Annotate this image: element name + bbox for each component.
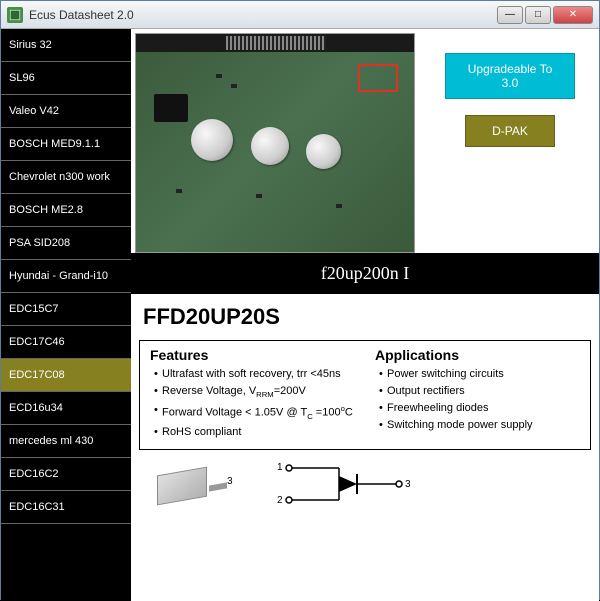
application-item: Switching mode power supply [379, 419, 580, 431]
sidebar-item[interactable]: ECD16u34 [1, 392, 131, 425]
sidebar-item[interactable]: EDC17C46 [1, 326, 131, 359]
pcb-smd [231, 84, 237, 88]
package-lead [209, 482, 227, 491]
window-title: Ecus Datasheet 2.0 [29, 8, 497, 22]
feature-item: Reverse Voltage, VRRM=200V [154, 385, 355, 399]
dpak-button[interactable]: D-PAK [465, 115, 555, 147]
applications-list: Power switching circuits Output rectifier… [375, 368, 580, 431]
component-id-bar: f20up200n I [131, 253, 599, 294]
sidebar-item[interactable]: mercedes ml 430 [1, 425, 131, 458]
minimize-button[interactable]: — [497, 6, 523, 24]
pin2-label: 2 [277, 495, 283, 506]
pin1-label: 1 [277, 462, 283, 473]
pcb-capacitor [191, 119, 233, 161]
package-pin-label: 3 [227, 476, 233, 487]
sidebar-item[interactable]: EDC17C08 [1, 359, 131, 392]
applications-heading: Applications [375, 347, 580, 363]
pcb-image [135, 33, 415, 253]
maximize-button[interactable]: □ [525, 6, 551, 24]
component-highlight-box [358, 64, 398, 92]
app-window: Ecus Datasheet 2.0 — □ ✕ Sirius 32SL96Va… [0, 0, 600, 600]
app-icon [7, 7, 23, 23]
package-body [157, 467, 207, 506]
pcb-smd [216, 74, 222, 78]
sidebar-item[interactable]: BOSCH MED9.1.1 [1, 128, 131, 161]
sidebar-item[interactable]: BOSCH ME2.8 [1, 194, 131, 227]
sidebar-item[interactable]: Sirius 32 [1, 29, 131, 62]
features-heading: Features [150, 347, 355, 363]
feature-item: RoHS compliant [154, 426, 355, 438]
pcb-smd [256, 194, 262, 198]
feature-item: Ultrafast with soft recovery, trr <45ns [154, 368, 355, 380]
sidebar-item[interactable]: Chevrolet n300 work [1, 161, 131, 194]
sidebar-item[interactable]: EDC16C31 [1, 491, 131, 524]
pcb-connector [226, 36, 326, 50]
part-number-title: FFD20UP20S [131, 294, 599, 340]
features-column: Features Ultrafast with soft recovery, t… [140, 341, 365, 449]
window-controls: — □ ✕ [497, 6, 593, 24]
action-buttons: Upgradeable To 3.0 D-PAK [415, 33, 595, 253]
upgrade-button[interactable]: Upgradeable To 3.0 [445, 53, 575, 99]
pcb-capacitor [251, 127, 289, 165]
sidebar-item[interactable]: Valeo V42 [1, 95, 131, 128]
pin3-label: 3 [405, 479, 411, 490]
pcb-capacitor [306, 134, 341, 169]
spec-box: Features Ultrafast with soft recovery, t… [139, 340, 591, 450]
application-item: Power switching circuits [379, 368, 580, 380]
close-button[interactable]: ✕ [553, 6, 593, 24]
pcb-chip [154, 94, 188, 122]
window-body: Sirius 32SL96Valeo V42BOSCH MED9.1.1Chev… [1, 29, 599, 601]
main-content: Upgradeable To 3.0 D-PAK f20up200n I FFD… [131, 29, 599, 601]
feature-item: Forward Voltage < 1.05V @ TC =100oC [154, 404, 355, 421]
package-drawing: 3 [149, 456, 239, 511]
sidebar-item[interactable]: SL96 [1, 62, 131, 95]
schematic-symbol: 1 2 3 [269, 456, 581, 516]
applications-column: Applications Power switching circuits Out… [365, 341, 590, 449]
sidebar-item[interactable]: EDC16C2 [1, 458, 131, 491]
application-item: Output rectifiers [379, 385, 580, 397]
pcb-smd [336, 204, 342, 208]
diagram-row: 3 1 2 3 [131, 450, 599, 516]
sidebar: Sirius 32SL96Valeo V42BOSCH MED9.1.1Chev… [1, 29, 131, 601]
application-item: Freewheeling diodes [379, 402, 580, 414]
sidebar-item[interactable]: PSA SID208 [1, 227, 131, 260]
titlebar: Ecus Datasheet 2.0 — □ ✕ [1, 1, 599, 29]
features-list: Ultrafast with soft recovery, trr <45ns R… [150, 368, 355, 438]
sidebar-item[interactable]: EDC15C7 [1, 293, 131, 326]
pcb-smd [176, 189, 182, 193]
top-area: Upgradeable To 3.0 D-PAK [131, 29, 599, 253]
sidebar-item[interactable]: Hyundai - Grand-i10 [1, 260, 131, 293]
